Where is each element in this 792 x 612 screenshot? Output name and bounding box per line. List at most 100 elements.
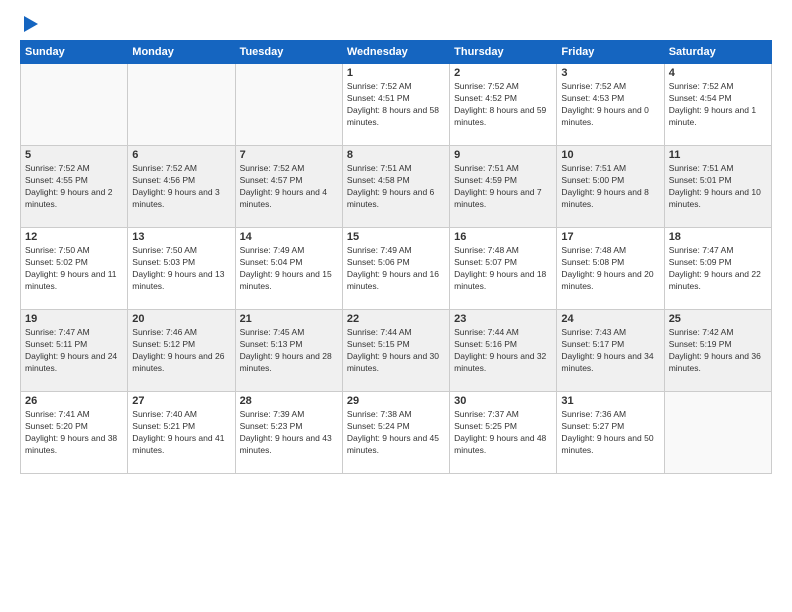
calendar-cell: 29Sunrise: 7:38 AMSunset: 5:24 PMDayligh… [342, 392, 449, 474]
calendar-cell: 8 Sunrise: 7:51 AMSunset: 4:58 PMDaylight… [342, 146, 449, 228]
header [20, 16, 772, 30]
day-number: 4 [669, 67, 767, 79]
calendar-cell: 14 Sunrise: 7:49 AMSunset: 5:04 PMDayligh… [235, 228, 342, 310]
day-info: Sunrise: 7:52 AMSunset: 4:51 PMDaylight:… [347, 81, 445, 129]
day-number: 17 [561, 231, 659, 243]
calendar-cell: 3Sunrise: 7:52 AMSunset: 4:53 PMDaylight… [557, 64, 664, 146]
calendar-cell: 10 Sunrise: 7:51 AMSunset: 5:00 PMDayligh… [557, 146, 664, 228]
day-number: 22 [347, 313, 445, 325]
calendar-cell: 5 Sunrise: 7:52 AMSunset: 4:55 PMDaylight… [21, 146, 128, 228]
day-info: Sunrise: 7:42 AMSunset: 5:19 PMDaylight:… [669, 327, 767, 375]
calendar-cell: 30 Sunrise: 7:37 AMSunset: 5:25 PMDayligh… [450, 392, 557, 474]
logo-arrow-icon [24, 16, 38, 32]
calendar-cell: 23 Sunrise: 7:44 AMSunset: 5:16 PMDayligh… [450, 310, 557, 392]
calendar-cell: 28 Sunrise: 7:39 AMSunset: 5:23 PMDayligh… [235, 392, 342, 474]
calendar-week-row: 19 Sunrise: 7:47 AMSunset: 5:11 PMDayligh… [21, 310, 772, 392]
weekday-header: Monday [128, 41, 235, 64]
day-number: 11 [669, 149, 767, 161]
day-number: 10 [561, 149, 659, 161]
weekday-header: Tuesday [235, 41, 342, 64]
calendar-cell: 15Sunrise: 7:49 AMSunset: 5:06 PMDayligh… [342, 228, 449, 310]
logo [20, 16, 38, 30]
day-info: Sunrise: 7:37 AMSunset: 5:25 PMDaylight:… [454, 409, 552, 457]
day-info: Sunrise: 7:52 AMSunset: 4:57 PMDaylight:… [240, 163, 338, 211]
day-info: Sunrise: 7:50 AMSunset: 5:02 PMDaylight:… [25, 245, 123, 293]
day-number: 14 [240, 231, 338, 243]
calendar-cell: 6 Sunrise: 7:52 AMSunset: 4:56 PMDaylight… [128, 146, 235, 228]
day-number: 9 [454, 149, 552, 161]
calendar-cell [21, 64, 128, 146]
calendar-cell: 11 Sunrise: 7:51 AMSunset: 5:01 PMDayligh… [664, 146, 771, 228]
calendar-cell: 24 Sunrise: 7:43 AMSunset: 5:17 PMDayligh… [557, 310, 664, 392]
calendar-cell: 25Sunrise: 7:42 AMSunset: 5:19 PMDayligh… [664, 310, 771, 392]
calendar-cell: 17 Sunrise: 7:48 AMSunset: 5:08 PMDayligh… [557, 228, 664, 310]
day-info: Sunrise: 7:44 AMSunset: 5:15 PMDaylight:… [347, 327, 445, 375]
day-info: Sunrise: 7:36 AMSunset: 5:27 PMDaylight:… [561, 409, 659, 457]
weekday-header: Wednesday [342, 41, 449, 64]
day-number: 15 [347, 231, 445, 243]
calendar-cell: 9Sunrise: 7:51 AMSunset: 4:59 PMDaylight… [450, 146, 557, 228]
weekday-header: Sunday [21, 41, 128, 64]
day-number: 27 [132, 395, 230, 407]
calendar-cell: 2 Sunrise: 7:52 AMSunset: 4:52 PMDaylight… [450, 64, 557, 146]
calendar-cell: 7 Sunrise: 7:52 AMSunset: 4:57 PMDaylight… [235, 146, 342, 228]
day-number: 1 [347, 67, 445, 79]
day-info: Sunrise: 7:44 AMSunset: 5:16 PMDaylight:… [454, 327, 552, 375]
day-info: Sunrise: 7:47 AMSunset: 5:09 PMDaylight:… [669, 245, 767, 293]
day-info: Sunrise: 7:49 AMSunset: 5:04 PMDaylight:… [240, 245, 338, 293]
day-info: Sunrise: 7:47 AMSunset: 5:11 PMDaylight:… [25, 327, 123, 375]
day-number: 24 [561, 313, 659, 325]
calendar-cell: 12 Sunrise: 7:50 AMSunset: 5:02 PMDayligh… [21, 228, 128, 310]
day-number: 5 [25, 149, 123, 161]
day-info: Sunrise: 7:48 AMSunset: 5:08 PMDaylight:… [561, 245, 659, 293]
calendar-week-row: 1 Sunrise: 7:52 AMSunset: 4:51 PMDaylight… [21, 64, 772, 146]
weekday-header: Friday [557, 41, 664, 64]
calendar-cell: 13Sunrise: 7:50 AMSunset: 5:03 PMDayligh… [128, 228, 235, 310]
day-number: 8 [347, 149, 445, 161]
calendar-cell: 26 Sunrise: 7:41 AMSunset: 5:20 PMDayligh… [21, 392, 128, 474]
calendar-table: SundayMondayTuesdayWednesdayThursdayFrid… [20, 40, 772, 474]
day-number: 30 [454, 395, 552, 407]
day-number: 19 [25, 313, 123, 325]
day-info: Sunrise: 7:52 AMSunset: 4:53 PMDaylight:… [561, 81, 659, 129]
day-number: 20 [132, 313, 230, 325]
day-number: 18 [669, 231, 767, 243]
calendar-week-row: 12 Sunrise: 7:50 AMSunset: 5:02 PMDayligh… [21, 228, 772, 310]
calendar-header-row: SundayMondayTuesdayWednesdayThursdayFrid… [21, 41, 772, 64]
day-info: Sunrise: 7:45 AMSunset: 5:13 PMDaylight:… [240, 327, 338, 375]
day-number: 7 [240, 149, 338, 161]
day-number: 26 [25, 395, 123, 407]
calendar-cell: 27Sunrise: 7:40 AMSunset: 5:21 PMDayligh… [128, 392, 235, 474]
day-info: Sunrise: 7:52 AMSunset: 4:55 PMDaylight:… [25, 163, 123, 211]
calendar-cell [128, 64, 235, 146]
day-info: Sunrise: 7:52 AMSunset: 4:52 PMDaylight:… [454, 81, 552, 129]
day-info: Sunrise: 7:41 AMSunset: 5:20 PMDaylight:… [25, 409, 123, 457]
calendar-week-row: 5 Sunrise: 7:52 AMSunset: 4:55 PMDaylight… [21, 146, 772, 228]
day-info: Sunrise: 7:38 AMSunset: 5:24 PMDaylight:… [347, 409, 445, 457]
day-info: Sunrise: 7:51 AMSunset: 4:58 PMDaylight:… [347, 163, 445, 211]
calendar-cell: 18 Sunrise: 7:47 AMSunset: 5:09 PMDayligh… [664, 228, 771, 310]
day-number: 2 [454, 67, 552, 79]
day-number: 28 [240, 395, 338, 407]
day-info: Sunrise: 7:51 AMSunset: 5:01 PMDaylight:… [669, 163, 767, 211]
weekday-header: Thursday [450, 41, 557, 64]
calendar-cell [235, 64, 342, 146]
day-info: Sunrise: 7:48 AMSunset: 5:07 PMDaylight:… [454, 245, 552, 293]
day-info: Sunrise: 7:52 AMSunset: 4:54 PMDaylight:… [669, 81, 767, 129]
day-number: 31 [561, 395, 659, 407]
day-info: Sunrise: 7:39 AMSunset: 5:23 PMDaylight:… [240, 409, 338, 457]
day-number: 13 [132, 231, 230, 243]
day-number: 12 [25, 231, 123, 243]
calendar-cell: 22 Sunrise: 7:44 AMSunset: 5:15 PMDayligh… [342, 310, 449, 392]
day-number: 23 [454, 313, 552, 325]
calendar-cell: 16 Sunrise: 7:48 AMSunset: 5:07 PMDayligh… [450, 228, 557, 310]
day-info: Sunrise: 7:51 AMSunset: 5:00 PMDaylight:… [561, 163, 659, 211]
day-info: Sunrise: 7:52 AMSunset: 4:56 PMDaylight:… [132, 163, 230, 211]
page: SundayMondayTuesdayWednesdayThursdayFrid… [0, 0, 792, 612]
calendar-cell: 20 Sunrise: 7:46 AMSunset: 5:12 PMDayligh… [128, 310, 235, 392]
day-number: 16 [454, 231, 552, 243]
day-number: 6 [132, 149, 230, 161]
day-info: Sunrise: 7:46 AMSunset: 5:12 PMDaylight:… [132, 327, 230, 375]
day-info: Sunrise: 7:43 AMSunset: 5:17 PMDaylight:… [561, 327, 659, 375]
day-number: 21 [240, 313, 338, 325]
